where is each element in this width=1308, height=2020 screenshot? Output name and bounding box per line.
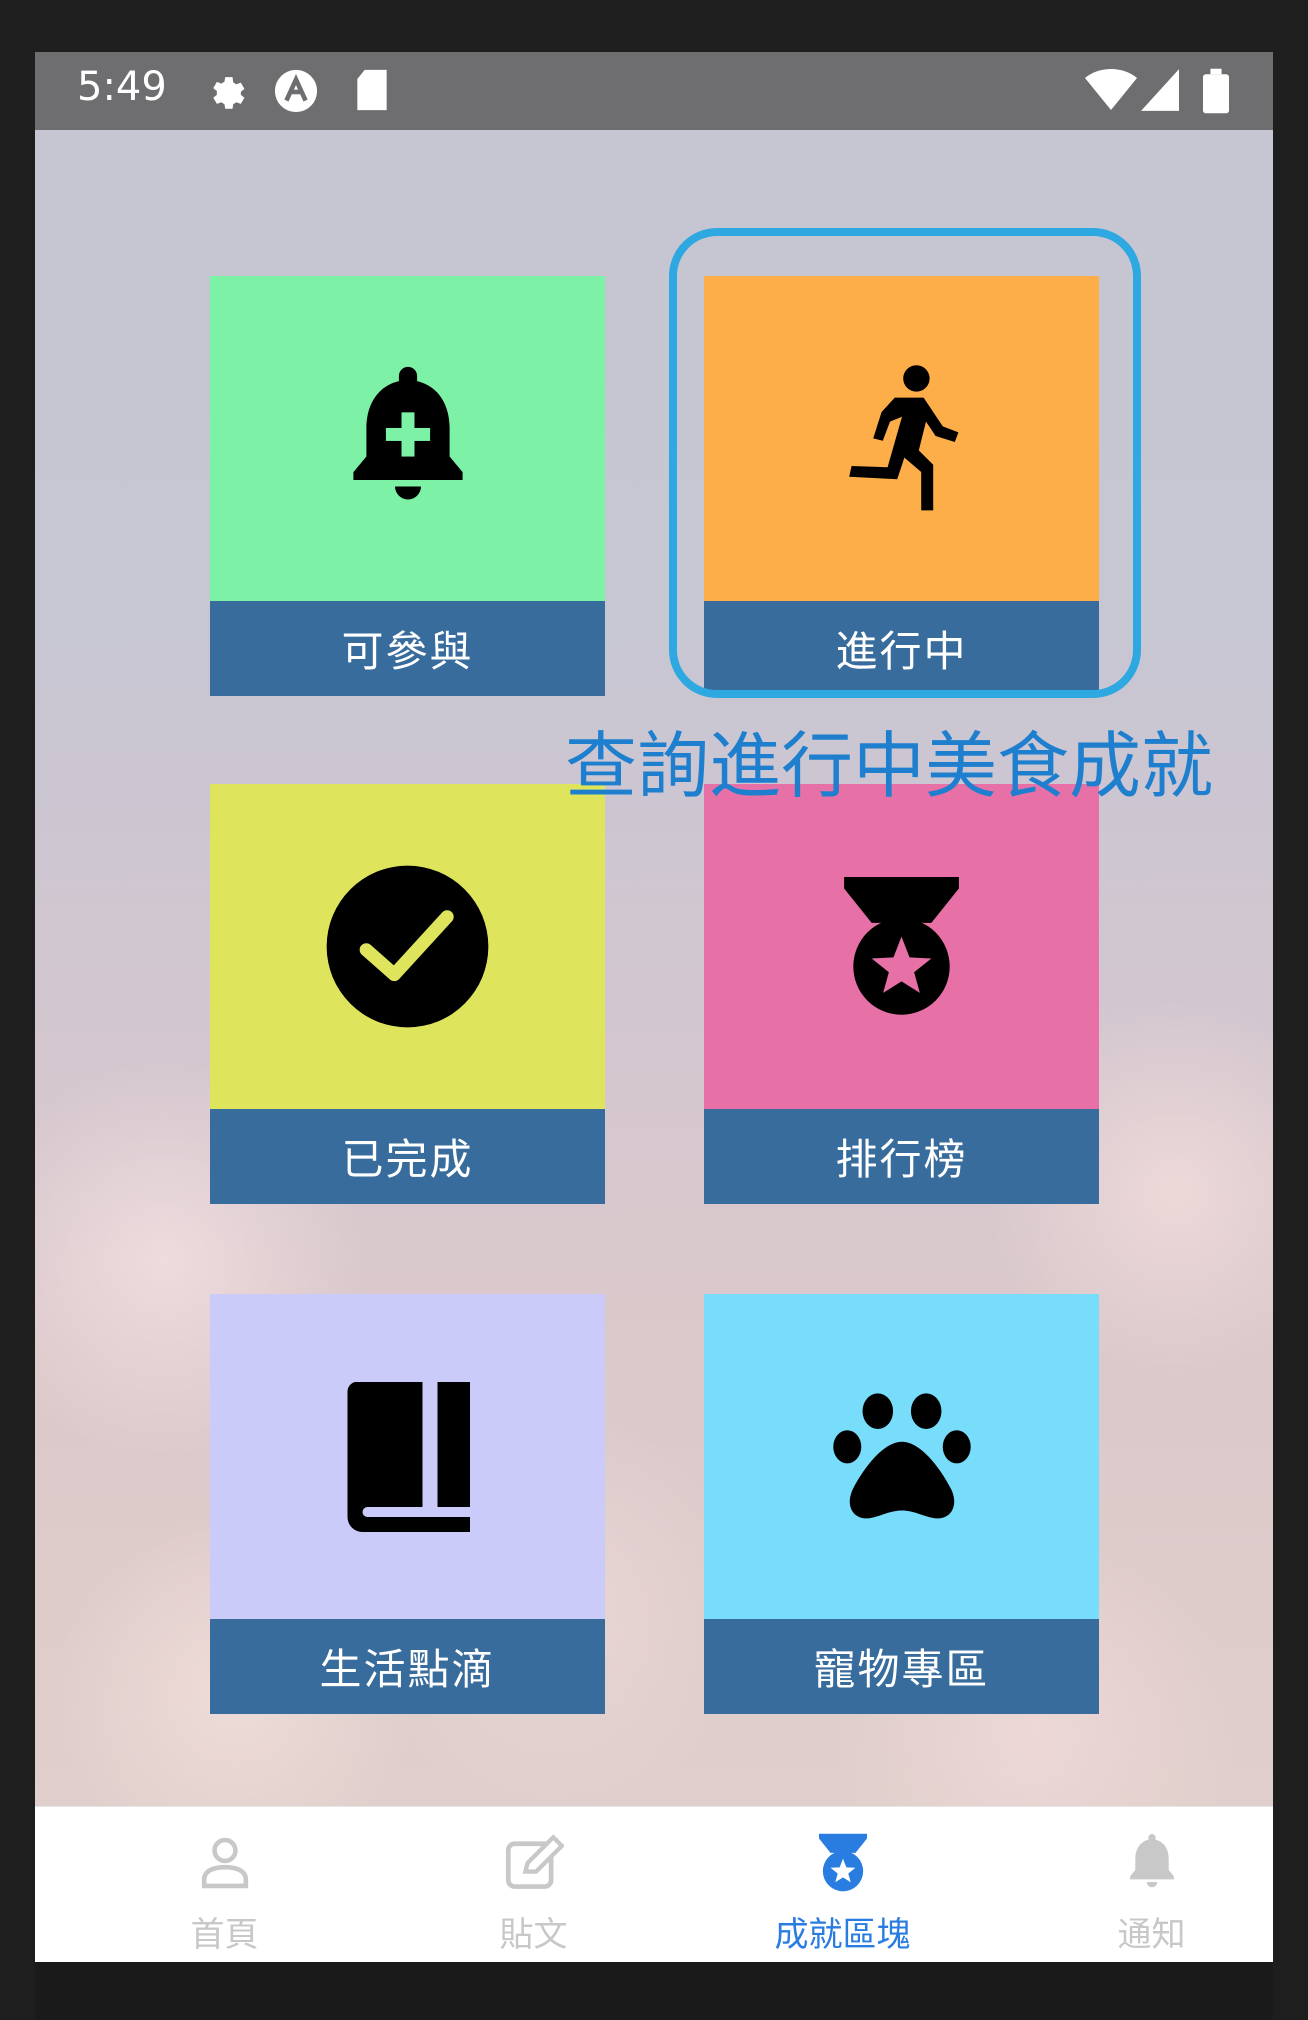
medal-icon: [818, 1833, 867, 1892]
tab-posts[interactable]: 貼文: [379, 1807, 688, 1963]
tile-pet-zone-icon-area: [704, 1294, 1099, 1619]
tab-home-label: 首頁: [190, 1915, 259, 1955]
status-time: 5:49: [77, 64, 167, 110]
check-circle-icon: [326, 865, 489, 1028]
edit-icon: [505, 1834, 564, 1889]
medal-icon: [844, 876, 959, 1015]
sd-card-icon: [357, 69, 387, 111]
tile-pet-zone-label: 寵物專區: [704, 1619, 1099, 1714]
tile-leaderboard-label: 排行榜: [704, 1109, 1099, 1204]
tab-achievements-label: 成就區塊: [774, 1915, 911, 1955]
tile-leaderboard[interactable]: 排行榜: [704, 784, 1099, 1204]
highlight-box: [669, 228, 1141, 698]
signal-icon: [1141, 69, 1179, 111]
tile-available[interactable]: 可參與: [210, 276, 605, 696]
tile-life-moments-icon-area: [210, 1294, 605, 1619]
tile-life-moments[interactable]: 生活點滴: [210, 1294, 605, 1714]
book-icon: [347, 1381, 470, 1532]
tile-life-moments-label: 生活點滴: [210, 1619, 605, 1714]
annotation-text: 查詢進行中美食成就: [565, 724, 1214, 808]
tile-available-icon-area: [210, 276, 605, 601]
person-icon: [201, 1837, 248, 1889]
bottom-tab-bar: 首頁 貼文 成就區塊 通知: [35, 1806, 1273, 1963]
tab-home[interactable]: 首頁: [70, 1807, 379, 1963]
bell-icon: [1129, 1834, 1174, 1888]
tile-leaderboard-icon-area: [704, 784, 1099, 1109]
paw-icon: [832, 1392, 971, 1518]
battery-icon: [1203, 68, 1229, 114]
tab-achievements[interactable]: 成就區塊: [688, 1807, 997, 1963]
a-circle-icon: [274, 69, 318, 113]
tab-posts-label: 貼文: [499, 1915, 568, 1955]
status-bar: 5:49: [35, 52, 1273, 130]
gear-icon: [213, 77, 245, 109]
system-nav-bar: [35, 1962, 1273, 2020]
tile-available-label: 可參與: [210, 601, 605, 696]
app-screen: 5:49 可參與 進行中 已完成 排行榜 生活點滴 寵物專區 查詢進行中美食成就…: [35, 52, 1273, 2020]
tile-completed-label: 已完成: [210, 1109, 605, 1204]
wifi-icon: [1085, 69, 1137, 110]
tile-pet-zone[interactable]: 寵物專區: [704, 1294, 1099, 1714]
bell-plus-icon: [352, 366, 463, 499]
tile-completed[interactable]: 已完成: [210, 784, 605, 1204]
phone-frame: 5:49 可參與 進行中 已完成 排行榜 生活點滴 寵物專區 查詢進行中美食成就…: [0, 0, 1308, 2020]
tab-notifications[interactable]: 通知: [997, 1807, 1273, 1963]
tile-completed-icon-area: [210, 784, 605, 1109]
tab-notifications-label: 通知: [1117, 1915, 1186, 1955]
